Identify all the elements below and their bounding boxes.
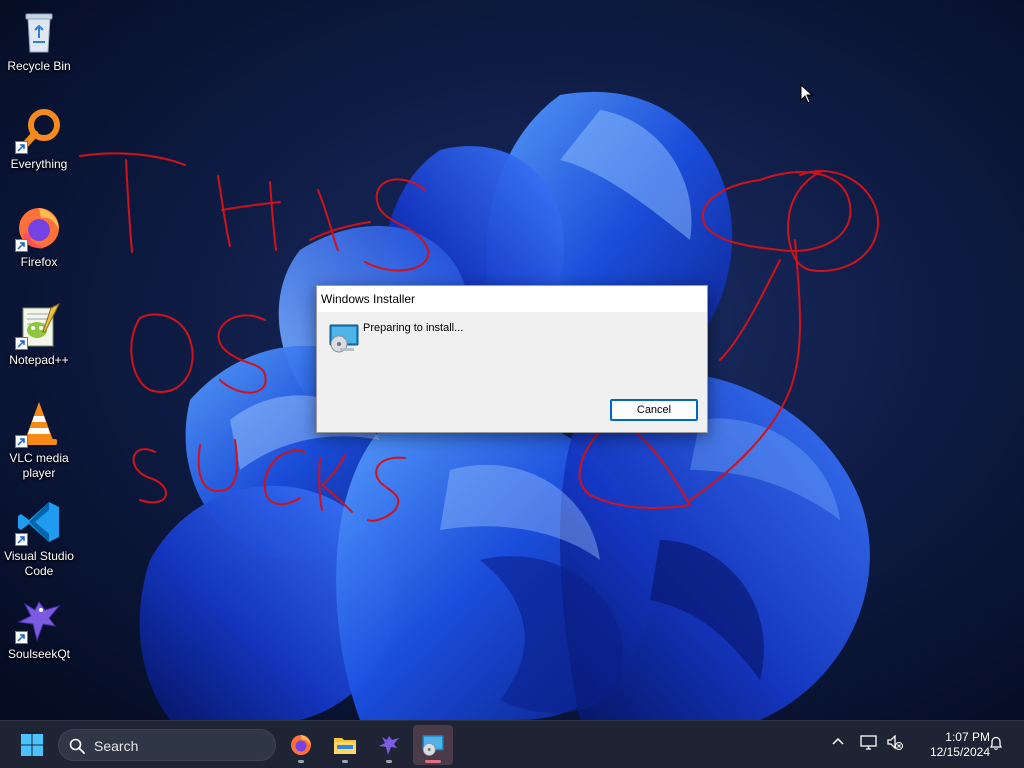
desktop-icon-notepadplusplus[interactable]: Notepad++ bbox=[2, 302, 76, 368]
soulseek-icon bbox=[15, 596, 63, 644]
volume-muted-icon[interactable] bbox=[886, 735, 904, 751]
clock-date: 12/15/2024 bbox=[929, 745, 990, 759]
shortcut-arrow-icon bbox=[15, 239, 28, 252]
desktop-icon-soulseek[interactable]: SoulseekQt bbox=[2, 596, 76, 662]
firefox-icon bbox=[15, 204, 63, 252]
desktop-icon-label: VLC media player bbox=[9, 451, 69, 480]
desktop-icon-firefox[interactable]: Firefox bbox=[2, 204, 76, 270]
desktop-icon-everything[interactable]: Everything bbox=[2, 106, 76, 172]
taskbar-soulseek[interactable] bbox=[369, 725, 409, 765]
desktop-icon-label: SoulseekQt bbox=[7, 647, 71, 661]
running-indicator bbox=[425, 760, 441, 763]
desktop-icon-label: Visual Studio Code bbox=[4, 549, 74, 578]
desktop-icon-vlc[interactable]: VLC media player bbox=[2, 400, 76, 481]
search-placeholder: Search bbox=[94, 738, 139, 754]
notification-bell-icon[interactable] bbox=[988, 735, 1004, 751]
windows-installer-icon bbox=[422, 735, 444, 756]
search-icon bbox=[69, 738, 85, 754]
dialog-title-bar[interactable]: Windows Installer bbox=[317, 286, 707, 312]
start-button[interactable] bbox=[12, 725, 52, 765]
vscode-icon bbox=[15, 498, 63, 546]
running-indicator bbox=[386, 760, 392, 763]
dialog-title: Windows Installer bbox=[321, 292, 416, 306]
mouse-cursor-icon bbox=[800, 84, 814, 104]
taskbar-firefox[interactable] bbox=[281, 725, 321, 765]
shortcut-arrow-icon bbox=[15, 435, 28, 448]
system-clock[interactable]: 1:07 PM 12/15/2024 bbox=[914, 730, 990, 760]
clock-time: 1:07 PM bbox=[945, 730, 990, 744]
chevron-up-icon[interactable] bbox=[831, 735, 845, 749]
file-explorer-icon bbox=[334, 738, 356, 754]
shortcut-arrow-icon bbox=[15, 533, 28, 546]
network-icon[interactable] bbox=[860, 735, 878, 751]
taskbar-search-box[interactable]: Search bbox=[58, 729, 276, 761]
desktop-icon-label: Firefox bbox=[20, 255, 58, 269]
desktop-icon-label: Recycle Bin bbox=[7, 59, 71, 73]
notepadplusplus-icon bbox=[15, 302, 63, 350]
recycle-bin-icon bbox=[15, 8, 63, 56]
everything-search-icon bbox=[15, 106, 63, 154]
desktop-icon-vscode[interactable]: Visual Studio Code bbox=[2, 498, 76, 579]
desktop-icon-label: Notepad++ bbox=[9, 353, 69, 367]
cancel-button[interactable]: Cancel bbox=[610, 399, 698, 421]
windows-installer-dialog: Windows Installer Preparing to install..… bbox=[316, 285, 708, 433]
running-indicator bbox=[342, 760, 348, 763]
windows-installer-icon bbox=[329, 324, 359, 353]
shortcut-arrow-icon bbox=[15, 141, 28, 154]
dialog-message: Preparing to install... bbox=[363, 322, 464, 334]
shortcut-arrow-icon bbox=[15, 337, 28, 350]
windows-logo-icon bbox=[21, 734, 43, 756]
taskbar: Search 1:07 PM 12/15/2024 bbox=[0, 720, 1024, 768]
soulseek-icon bbox=[379, 736, 399, 755]
desktop-icon-recycle-bin[interactable]: Recycle Bin bbox=[2, 8, 76, 74]
taskbar-file-explorer[interactable] bbox=[325, 725, 365, 765]
dialog-body: Preparing to install... Cancel bbox=[317, 312, 707, 432]
shortcut-arrow-icon bbox=[15, 631, 28, 644]
running-indicator bbox=[298, 760, 304, 763]
desktop-icon-label: Everything bbox=[10, 157, 68, 171]
taskbar-windows-installer[interactable] bbox=[413, 725, 453, 765]
firefox-icon bbox=[291, 735, 311, 755]
vlc-icon bbox=[15, 400, 63, 448]
